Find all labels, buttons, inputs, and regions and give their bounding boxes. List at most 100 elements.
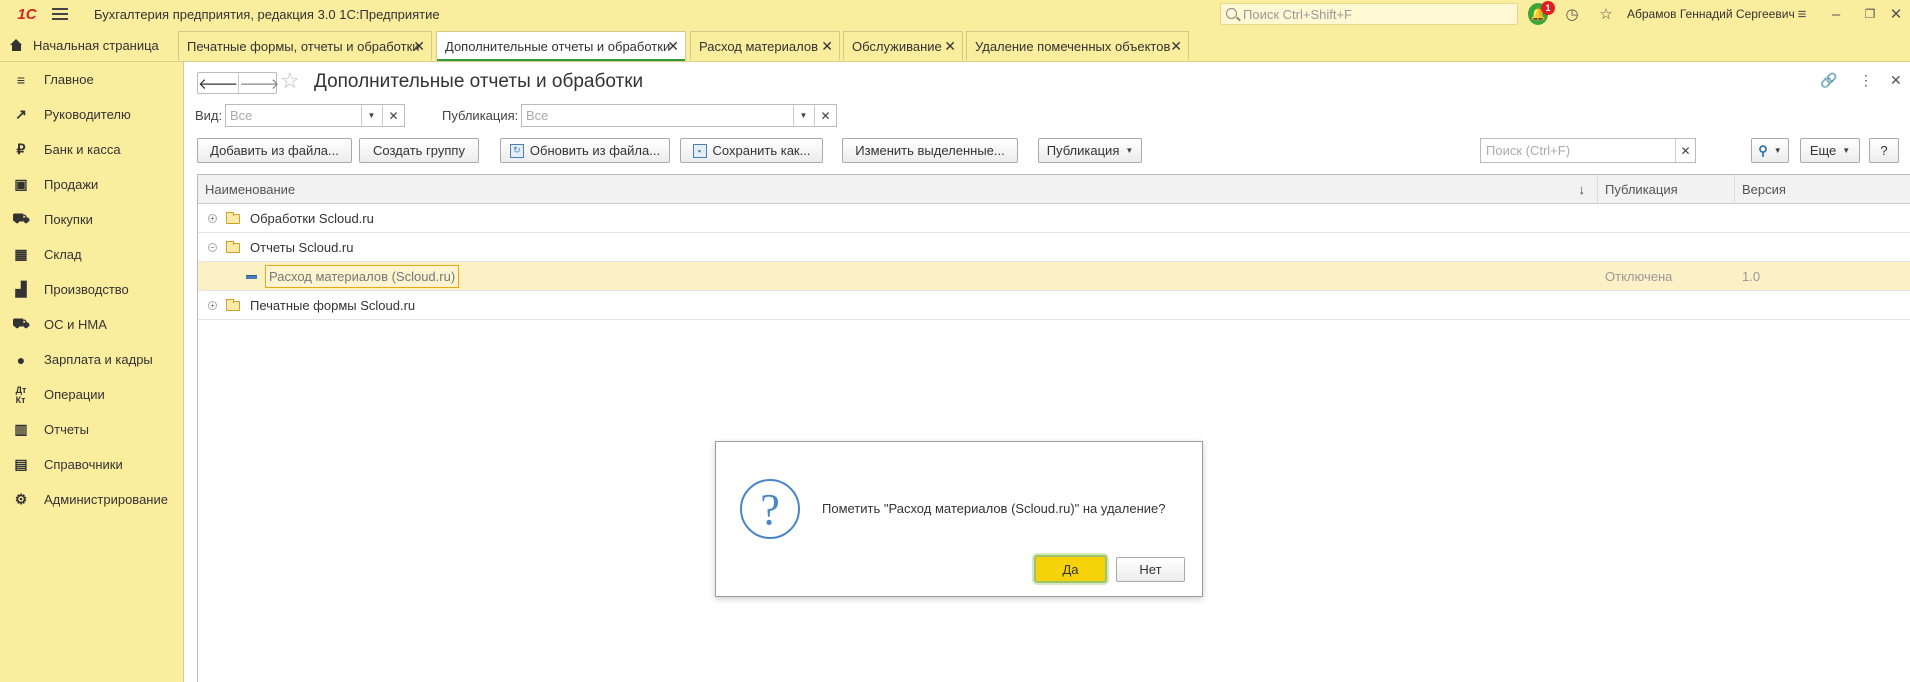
reports-table: Наименование ↓ Публикация Версия + Обраб…	[197, 174, 1910, 682]
create-group-button[interactable]: Создать группу	[359, 138, 479, 163]
chevron-down-icon: ▼	[1125, 146, 1134, 155]
close-tab-icon[interactable]: ✕	[413, 38, 425, 55]
search-button[interactable]: ⚲ ▼	[1751, 138, 1789, 163]
sidebar-item-warehouse[interactable]: ▦ Склад	[0, 237, 184, 272]
folder-icon	[226, 240, 240, 253]
table-row[interactable]: + Печатные формы Scloud.ru	[198, 291, 1910, 320]
settings-menu-icon[interactable]: ≡	[1792, 4, 1812, 24]
link-icon[interactable]: 🔗	[1820, 72, 1837, 89]
yes-button[interactable]: Да	[1034, 555, 1107, 583]
expand-icon[interactable]: +	[208, 214, 217, 223]
forward-arrow-icon[interactable]: 🡒	[238, 73, 279, 93]
no-button[interactable]: Нет	[1116, 557, 1185, 582]
add-from-file-button[interactable]: Добавить из файла...	[197, 138, 352, 163]
update-from-file-button[interactable]: ↻ Обновить из файла...	[500, 138, 670, 163]
help-button[interactable]: ?	[1869, 138, 1899, 163]
row-name: Печатные формы Scloud.ru	[250, 298, 416, 313]
column-header-version[interactable]: Версия	[1735, 175, 1910, 204]
report-icon	[246, 274, 257, 279]
search-icon: ⚲	[1758, 142, 1768, 158]
search-icon	[1226, 8, 1237, 19]
table-row[interactable]: + Обработки Scloud.ru	[198, 204, 1910, 233]
sidebar-item-salary[interactable]: ● Зарплата и кадры	[0, 342, 184, 377]
more-menu-button[interactable]: Еще ▼	[1800, 138, 1860, 163]
close-form-icon[interactable]: ✕	[1890, 72, 1902, 89]
save-icon: ▪	[692, 143, 707, 158]
app-logo[interactable]: 1С	[10, 0, 44, 28]
favorite-star-icon[interactable]: ☆	[280, 68, 300, 94]
question-icon: ?	[740, 479, 800, 539]
close-tab-icon[interactable]: ✕	[821, 38, 833, 55]
close-tab-icon[interactable]: ✕	[1170, 38, 1182, 55]
column-header-publication[interactable]: Публикация	[1598, 175, 1735, 204]
tab-maintenance[interactable]: Обслуживание ✕	[843, 31, 963, 60]
notifications-badge: 1	[1541, 1, 1555, 15]
user-name[interactable]: Абрамов Геннадий Сергеевич	[1627, 7, 1795, 21]
trend-icon: ↗	[15, 106, 27, 122]
clear-icon[interactable]: ✕	[814, 105, 836, 126]
menu-icon: ≡	[16, 71, 26, 88]
sort-indicator-icon[interactable]: ↓	[1579, 182, 1586, 197]
sidebar-item-bank[interactable]: ₽ Банк и касса	[0, 132, 184, 167]
sidebar-item-purchases[interactable]: ⛟ Покупки	[0, 202, 184, 237]
confirm-delete-dialog: ? Пометить "Расход материалов (Scloud.ru…	[715, 441, 1203, 597]
close-tab-icon[interactable]: ✕	[944, 38, 956, 55]
sidebar-item-sales[interactable]: ▣ Продажи	[0, 167, 184, 202]
tab-home[interactable]: Начальная страница	[0, 28, 178, 62]
sidebar-item-reports[interactable]: ▥ Отчеты	[0, 412, 184, 447]
sidebar-item-admin[interactable]: ⚙ Администрирование	[0, 482, 184, 517]
table-row-selected[interactable]: Расход материалов (Scloud.ru) Отключена …	[198, 262, 1910, 291]
back-arrow-icon[interactable]: 🡐	[198, 73, 238, 93]
kind-filter-select[interactable]: Все ▼ ✕	[225, 104, 405, 127]
publication-menu-button[interactable]: Публикация ▼	[1038, 138, 1142, 163]
sidebar-item-main[interactable]: ≡ Главное	[0, 62, 184, 97]
history-icon[interactable]: ◷	[1562, 4, 1582, 24]
more-vertical-icon[interactable]: ⋮	[1859, 72, 1873, 89]
history-nav: 🡐 🡒	[197, 72, 279, 94]
update-icon: ↻	[509, 143, 524, 158]
favorites-icon[interactable]: ☆	[1596, 4, 1616, 24]
restore-icon[interactable]: ❐	[1860, 4, 1880, 24]
dt-kt-icon: Дт Кт	[15, 384, 27, 405]
column-header-name[interactable]: Наименование ↓	[198, 175, 1598, 204]
tab-additional-reports[interactable]: Дополнительные отчеты и обработки ✕	[436, 31, 686, 61]
global-search-input[interactable]: Поиск Ctrl+Shift+F	[1220, 3, 1518, 25]
dialog-message: Пометить "Расход материалов (Scloud.ru)"…	[822, 501, 1166, 516]
publication-filter-select[interactable]: Все ▼ ✕	[521, 104, 837, 127]
sidebar: ≡ Главное ↗ Руководителю ₽ Банк и касса ▣ Пр…	[0, 62, 184, 682]
tab-print-forms[interactable]: Печатные формы, отчеты и обработки ✕	[178, 31, 432, 60]
sidebar-item-catalogs[interactable]: ▤ Справочники	[0, 447, 184, 482]
clear-search-icon[interactable]: ✕	[1675, 139, 1695, 162]
clear-icon[interactable]: ✕	[382, 105, 404, 126]
close-window-icon[interactable]: ✕	[1886, 4, 1906, 24]
title-bar: 1С Бухгалтерия предприятия, редакция 3.0…	[0, 0, 1910, 28]
change-selected-button[interactable]: Изменить выделенные...	[842, 138, 1018, 163]
collapse-icon[interactable]: −	[208, 243, 217, 252]
tab-delete-marked[interactable]: Удаление помеченных объектов ✕	[966, 31, 1189, 60]
app-title: Бухгалтерия предприятия, редакция 3.0 1С…	[94, 6, 440, 22]
truck-icon: ⛟	[12, 315, 30, 331]
table-header: Наименование ↓ Публикация Версия	[198, 175, 1910, 204]
list-search-input[interactable]: Поиск (Ctrl+F) ✕	[1480, 138, 1696, 163]
tabs-bar: Начальная страница Печатные формы, отчет…	[0, 28, 1910, 62]
sidebar-item-manager[interactable]: ↗ Руководителю	[0, 97, 184, 132]
sidebar-item-production[interactable]: ▟ Производство	[0, 272, 184, 307]
sidebar-item-operations[interactable]: Дт Кт Операции	[0, 377, 184, 412]
publication-label: Публикация:	[442, 108, 519, 123]
person-icon: ●	[16, 351, 26, 368]
close-tab-icon[interactable]: ✕	[667, 38, 679, 55]
table-row[interactable]: − Отчеты Scloud.ru	[198, 233, 1910, 262]
chevron-down-icon[interactable]: ▼	[793, 105, 813, 126]
chevron-down-icon[interactable]: ▼	[361, 105, 381, 126]
bar-chart-icon: ▥	[14, 421, 28, 437]
tab-material-consumption[interactable]: Расход материалов ✕	[690, 31, 840, 60]
save-as-button[interactable]: ▪ Сохранить как...	[680, 138, 823, 163]
row-name: Отчеты Scloud.ru	[250, 240, 354, 255]
minimize-icon[interactable]: –	[1826, 4, 1846, 24]
chevron-down-icon: ▼	[1773, 146, 1782, 155]
notifications-button[interactable]: 🔔 1	[1528, 1, 1555, 25]
expand-icon[interactable]: +	[208, 301, 217, 310]
sidebar-item-fixed-assets[interactable]: ⛟ ОС и НМА	[0, 307, 184, 342]
main-menu-icon[interactable]	[52, 0, 72, 28]
gear-icon: ⚙	[14, 491, 28, 507]
